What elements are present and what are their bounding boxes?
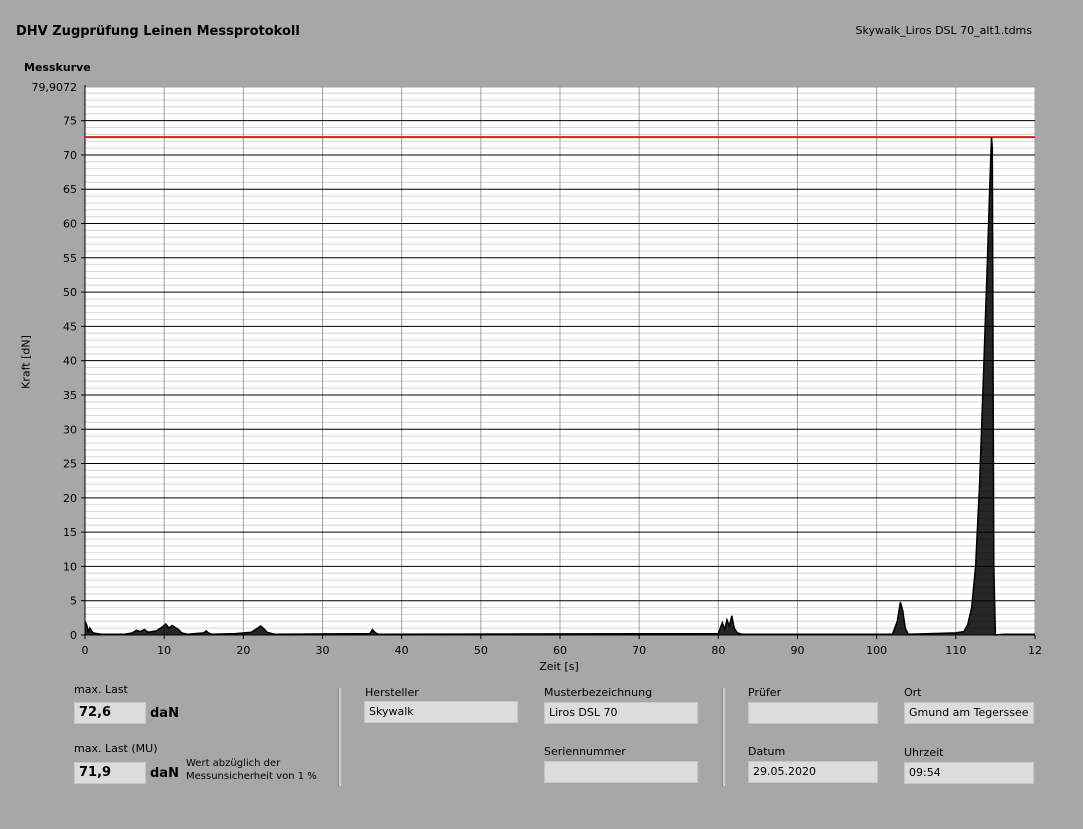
model-label: Musterbezeichnung [544, 686, 653, 699]
max-load-mu-field: 71,9 [74, 762, 146, 784]
x-tick-label: 110 [945, 644, 966, 657]
y-tick-label: 15 [63, 526, 77, 539]
uncertainty-note-line2: Messunsicherheit von 1 % [186, 771, 317, 782]
serial-field[interactable] [544, 761, 698, 783]
y-tick-label: 55 [63, 252, 77, 265]
x-tick-label: 40 [395, 644, 409, 657]
measurement-chart: 0 5 10 15 20 25 30 35 40 45 50 55 60 65 70 75 79,9072 0 10… [32, 81, 1043, 657]
time-field[interactable]: 09:54 [904, 762, 1034, 784]
max-load-mu-unit: daN [150, 766, 179, 781]
x-tick-label: 80 [711, 644, 725, 657]
manufacturer-label: Hersteller [365, 686, 419, 699]
serial-label: Seriennummer [544, 745, 626, 758]
y-tick-label: 30 [63, 423, 77, 436]
inspector-label: Prüfer [748, 686, 782, 699]
x-tick-label: 70 [632, 644, 646, 657]
manufacturer-field[interactable]: Skywalk [364, 701, 518, 723]
location-field[interactable]: Gmund am Tegerssee [904, 702, 1034, 724]
y-tick-label: 10 [63, 560, 77, 573]
date-field[interactable]: 29.05.2020 [748, 761, 878, 783]
max-load-label: max. Last [74, 683, 128, 696]
x-tick-label: 0 [82, 644, 89, 657]
y-tick-label: 0 [70, 629, 77, 642]
x-tick-label: 10 [157, 644, 171, 657]
separator-right [722, 688, 725, 786]
max-load-unit: daN [150, 706, 179, 721]
separator-left [338, 688, 341, 786]
y-tick-label: 70 [63, 149, 77, 162]
max-load-mu-label: max. Last (MU) [74, 742, 158, 755]
y-tick-label: 20 [63, 492, 77, 505]
x-tick-label: 20 [236, 644, 250, 657]
y-tick-label: 40 [63, 355, 77, 368]
location-label: Ort [904, 686, 922, 699]
model-field[interactable]: Liros DSL 70 [544, 702, 698, 724]
y-tick-label: 65 [63, 183, 77, 196]
date-label: Datum [748, 745, 786, 758]
y-tick-label: 25 [63, 458, 77, 471]
y-tick-label: 45 [63, 320, 77, 333]
x-tick-label: 100 [866, 644, 887, 657]
y-tick-label: 50 [63, 286, 77, 299]
inspector-field[interactable] [748, 702, 878, 724]
time-label: Uhrzeit [904, 746, 944, 759]
y-tick-label: 5 [70, 595, 77, 608]
max-load-field: 72,6 [74, 702, 146, 724]
x-tick-label: 60 [553, 644, 567, 657]
x-tick-label: 50 [474, 644, 488, 657]
y-max-label: 79,9072 [32, 81, 78, 94]
x-tick-label: 12 [1028, 644, 1042, 657]
y-tick-label: 60 [63, 218, 77, 231]
uncertainty-note-line1: Wert abzüglich der [186, 758, 281, 769]
y-tick-label: 75 [63, 115, 77, 128]
x-tick-label: 30 [316, 644, 330, 657]
y-tick-label: 35 [63, 389, 77, 402]
x-tick-label: 90 [791, 644, 805, 657]
